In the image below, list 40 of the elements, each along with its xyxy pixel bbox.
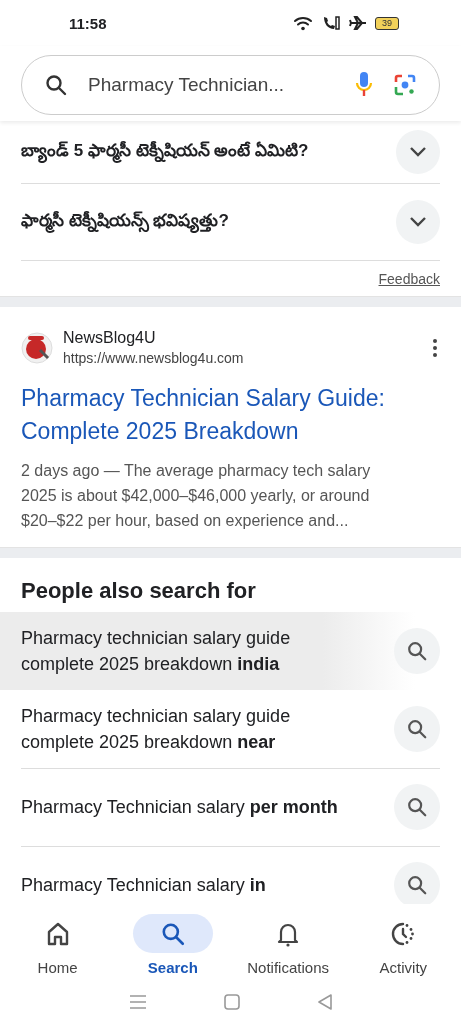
- nav-tab[interactable]: Activity: [348, 914, 459, 976]
- battery-indicator: 39: [375, 16, 399, 30]
- related-search-item[interactable]: Pharmacy technician salary guide complete 2025 breakdown near: [0, 690, 461, 768]
- more-options-icon[interactable]: [430, 337, 440, 358]
- site-url: https://www.newsblog4u.com: [63, 350, 245, 366]
- result-title-link[interactable]: Pharmacy Technician Salary Guide: Complete 2025 Breakdown: [21, 382, 440, 448]
- related-search-item[interactable]: Pharmacy Technician salary per month: [0, 768, 461, 846]
- section-heading: People also search for: [20, 578, 257, 605]
- microphone-icon[interactable]: [355, 71, 373, 99]
- home-icon: [46, 921, 69, 946]
- question-text: బ్యాండ్ 5 ఫార్మసీ టెక్నీషియన్ అంటే ఏమిటి?: [21, 140, 309, 164]
- airplane-icon: [349, 15, 367, 31]
- question-text: ఫార్మసీ టెక్నీషియన్స్ భవిష్యత్తు?: [21, 210, 229, 234]
- search-button[interactable]: [394, 783, 440, 830]
- search-icon: [406, 640, 428, 662]
- site-logo-icon: [21, 331, 53, 364]
- back-icon[interactable]: [316, 994, 333, 1010]
- activity-icon: [391, 921, 416, 946]
- result-snippet: 2 days ago — The average pharmacy tech salary 2025 is about $42,000–$46,000 yearly, or around $20–$22 per hour, based on experience and...: [21, 461, 372, 531]
- camera-lens-icon[interactable]: [393, 73, 417, 97]
- nav-tab[interactable]: Notifications: [233, 914, 344, 976]
- nav-tab[interactable]: Search: [117, 914, 228, 976]
- home-square-icon[interactable]: [223, 994, 240, 1010]
- wifi-icon: [293, 15, 313, 31]
- site-name: NewsBlog4U: [63, 329, 157, 347]
- search-icon: [406, 795, 428, 818]
- search-icon: [44, 73, 68, 97]
- search-button[interactable]: [394, 861, 440, 904]
- feedback-link[interactable]: Feedback: [378, 271, 440, 287]
- search-icon: [406, 717, 428, 740]
- chevron-icon: [409, 146, 427, 158]
- expand-button[interactable]: [396, 200, 440, 244]
- search-button[interactable]: [394, 705, 440, 752]
- call-signal-icon: [321, 15, 341, 31]
- status-time: 11:58: [69, 14, 107, 32]
- expand-button[interactable]: [396, 130, 440, 174]
- nav-tab[interactable]: Home: [2, 914, 113, 976]
- search-button[interactable]: [394, 628, 440, 674]
- search-icon: [406, 873, 428, 896]
- chevron-icon: [409, 216, 427, 228]
